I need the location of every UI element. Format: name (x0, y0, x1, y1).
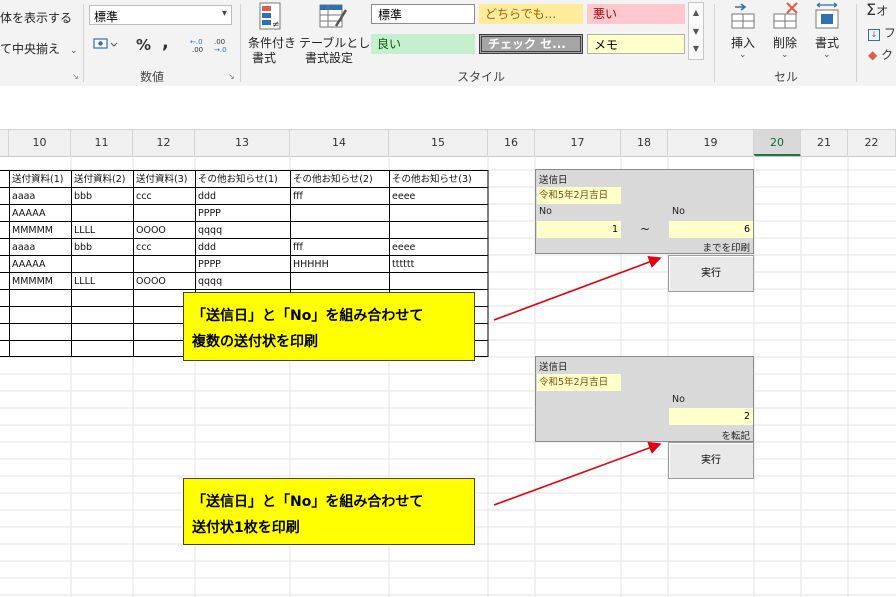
arrow-to-execute-1 (493, 255, 662, 321)
annotation-arrows (493, 255, 662, 506)
arrow-to-execute-2 (493, 441, 662, 506)
